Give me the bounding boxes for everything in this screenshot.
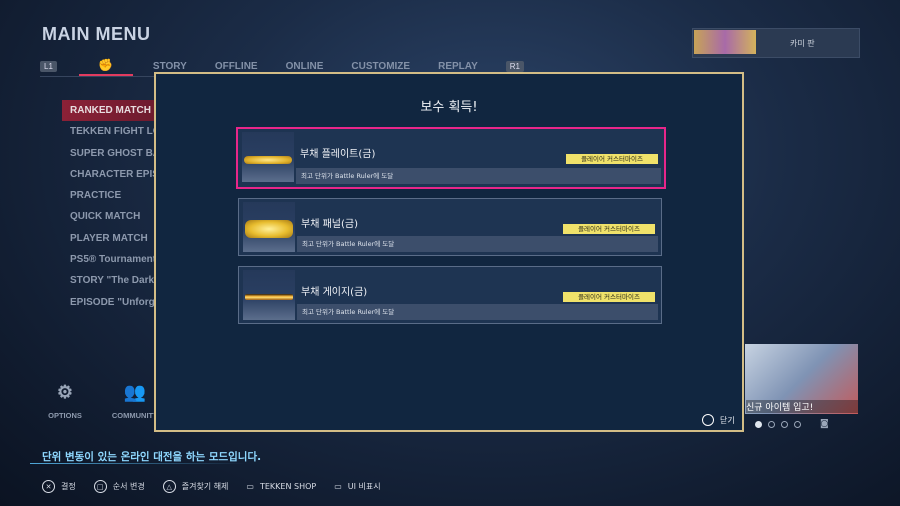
hint-reorder-label: 순서 변경 bbox=[112, 482, 145, 491]
touchpad-icon: ▭ bbox=[334, 482, 342, 491]
reward-condition: 최고 단위가 Battle Ruler에 도달 bbox=[297, 236, 658, 252]
gear-icon: ⚙ bbox=[56, 382, 74, 402]
fist-icon: ✊ bbox=[98, 58, 114, 72]
camera-icon: ◙ bbox=[820, 419, 829, 429]
reward-card[interactable]: 부채 게이지(금) 플레이어 커스터마이즈 최고 단위가 Battle Rule… bbox=[238, 266, 662, 324]
pager-dot[interactable] bbox=[794, 421, 801, 428]
options-label: OPTIONS bbox=[48, 411, 82, 420]
hint-unfavorite: △ 즐겨찾기 해제 bbox=[162, 480, 229, 493]
close-button[interactable]: 닫기 bbox=[702, 414, 735, 426]
reward-card[interactable]: 부채 패널(금) 플레이어 커스터마이즈 최고 단위가 Battle Ruler… bbox=[238, 198, 662, 256]
close-label: 닫기 bbox=[720, 415, 735, 425]
reward-dialog: 보수 획득! 부채 플레이트(금) 플레이어 커스터마이즈 최고 단위가 Bat… bbox=[154, 72, 744, 432]
description-underline bbox=[30, 463, 245, 464]
promo-pager bbox=[755, 421, 801, 428]
pager-dot[interactable] bbox=[768, 421, 775, 428]
mode-description: 단위 변동이 있는 온라인 대전을 하는 모드입니다. bbox=[42, 451, 262, 463]
reward-category-tag: 플레이어 커스터마이즈 bbox=[566, 154, 658, 164]
options-button[interactable]: ⚙ OPTIONS bbox=[40, 382, 90, 420]
reward-category-tag: 플레이어 커스터마이즈 bbox=[563, 224, 655, 234]
reward-name: 부채 패널(금) bbox=[301, 219, 358, 230]
reward-name: 부채 게이지(금) bbox=[301, 287, 368, 298]
l1-button-hint: L1 bbox=[40, 60, 57, 72]
tab-replay[interactable]: REPLAY bbox=[438, 61, 478, 72]
page-title: MAIN MENU bbox=[42, 24, 151, 44]
square-button-icon: □ bbox=[93, 480, 107, 493]
hint-confirm-label: 결정 bbox=[61, 482, 76, 491]
bottom-shortcuts: ⚙ OPTIONS 👥 COMMUNITY bbox=[40, 382, 160, 420]
r1-button-hint: R1 bbox=[505, 60, 524, 72]
tab-offline[interactable]: OFFLINE bbox=[215, 61, 258, 72]
button-hints: ✕ 결정 □ 순서 변경 △ 즐겨찾기 해제 ▭ TEKKEN SHOP ▭ UI 비표시 bbox=[42, 480, 381, 493]
tab-online[interactable]: ONLINE bbox=[286, 61, 324, 72]
reward-thumbnail bbox=[242, 132, 294, 182]
reward-category-tag: 플레이어 커스터마이즈 bbox=[563, 292, 655, 302]
reward-name: 부채 플레이트(금) bbox=[300, 149, 376, 160]
reward-thumbnail bbox=[243, 202, 295, 252]
cross-button-icon: ✕ bbox=[42, 480, 55, 493]
triangle-button-icon: △ bbox=[162, 480, 176, 493]
hint-hide-ui-label: UI 비표시 bbox=[347, 482, 381, 491]
promo-text: 신규 아이템 입고! bbox=[746, 400, 858, 413]
pager-dot[interactable] bbox=[755, 421, 762, 428]
hint-shop: ▭ TEKKEN SHOP bbox=[246, 482, 316, 491]
touchpad-icon: ▭ bbox=[246, 482, 254, 491]
tab-fight[interactable]: ✊ bbox=[78, 56, 133, 76]
banner-text: 카미 판 bbox=[790, 39, 815, 48]
reward-condition: 최고 단위가 Battle Ruler에 도달 bbox=[296, 168, 661, 184]
dialog-title: 보수 획득! bbox=[420, 100, 478, 115]
fan-panel-image bbox=[245, 220, 293, 238]
circle-button-icon bbox=[702, 414, 714, 426]
reward-thumbnail bbox=[243, 270, 295, 320]
tab-customize[interactable]: CUSTOMIZE bbox=[351, 61, 410, 72]
banner-image bbox=[694, 30, 756, 54]
pager-dot[interactable] bbox=[781, 421, 788, 428]
hint-shop-label: TEKKEN SHOP bbox=[259, 482, 317, 491]
reward-condition: 최고 단위가 Battle Ruler에 도달 bbox=[297, 304, 658, 320]
hint-hide-ui: ▭ UI 비표시 bbox=[334, 481, 380, 492]
tab-story[interactable]: STORY bbox=[153, 61, 187, 72]
hint-confirm: ✕ 결정 bbox=[42, 480, 76, 493]
people-icon: 👥 bbox=[123, 382, 147, 402]
fan-plate-image bbox=[244, 156, 292, 164]
community-label: COMMUNITY bbox=[111, 411, 159, 420]
hint-reorder: □ 순서 변경 bbox=[93, 480, 145, 493]
reward-card[interactable]: 부채 플레이트(금) 플레이어 커스터마이즈 최고 단위가 Battle Rul… bbox=[236, 127, 666, 189]
hint-unfavorite-label: 즐겨찾기 해제 bbox=[181, 482, 229, 491]
fan-gauge-image bbox=[245, 294, 293, 300]
community-button[interactable]: 👥 COMMUNITY bbox=[110, 382, 160, 420]
